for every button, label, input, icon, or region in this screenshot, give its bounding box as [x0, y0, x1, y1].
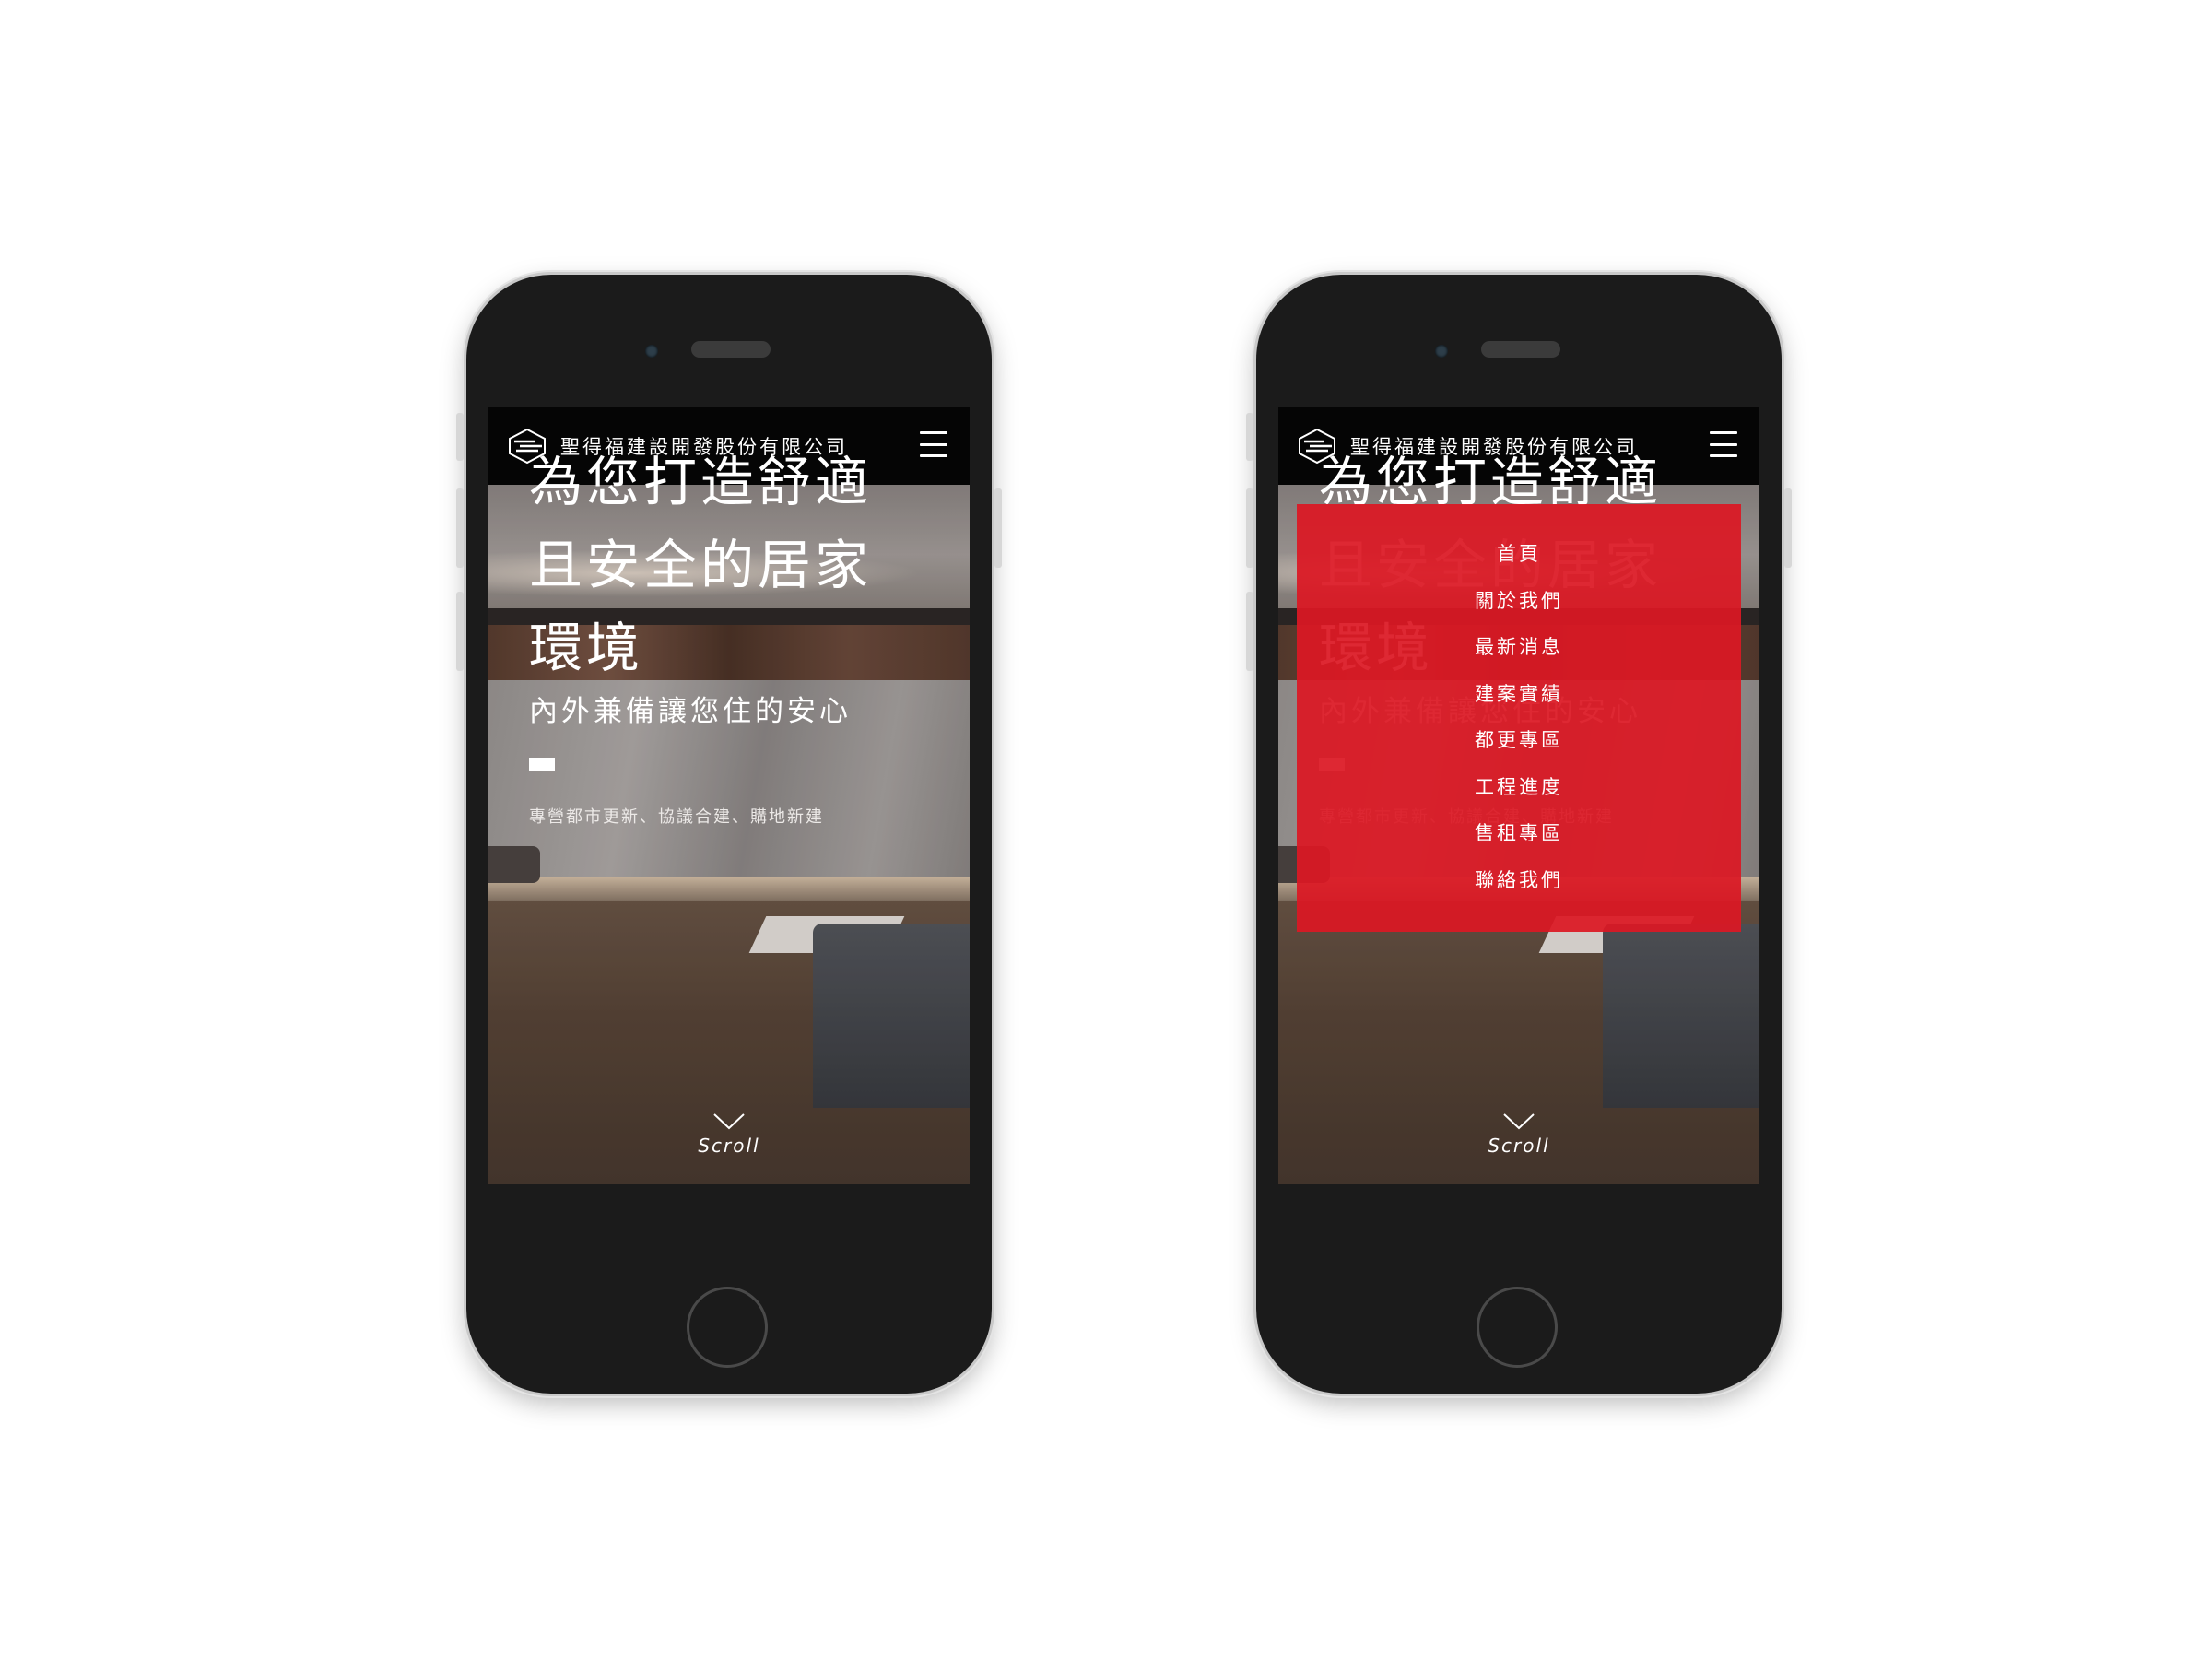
nav-menu-overlay: 首頁 關於我們 最新消息 建案實績 都更專區 工程進度 售租專區 聯絡我們 — [1297, 504, 1741, 932]
scroll-label: Scroll — [1488, 1135, 1550, 1157]
nav-item-about[interactable]: 關於我們 — [1475, 586, 1563, 633]
hero-title-line: 為您打造舒適 — [529, 451, 873, 513]
volume-down-button — [1246, 592, 1253, 671]
hero-title: 為您打造舒適 且安全的居家 環境 — [529, 441, 935, 689]
scroll-hint[interactable]: Scroll — [1278, 1112, 1759, 1157]
nav-item-projects[interactable]: 建案實績 — [1475, 679, 1563, 726]
nav-item-urban-renewal[interactable]: 都更專區 — [1475, 725, 1563, 772]
earpiece-speaker — [691, 341, 771, 358]
mute-switch — [1246, 413, 1253, 461]
phone-screen: 聖得福建設開發股份有限公司 為您打造舒適 且安全的居家 環境 內外兼備讓您住的安… — [488, 407, 970, 1184]
chevron-down-icon — [713, 1113, 745, 1130]
power-button — [994, 488, 1002, 568]
phone-mockup-right: 聖得福建設開發股份有限公司 為您打造舒適 且安全的居家 環境 內外兼備讓您住的安… — [1246, 275, 1792, 1394]
nav-item-contact[interactable]: 聯絡我們 — [1475, 865, 1563, 912]
hero-title-line: 且安全的居家 — [529, 534, 873, 596]
phone-screen: 聖得福建設開發股份有限公司 為您打造舒適 且安全的居家 環境 內外兼備讓您住的安… — [1278, 407, 1759, 1184]
volume-up-button — [1246, 488, 1253, 568]
front-camera — [1435, 345, 1448, 358]
nav-item-progress[interactable]: 工程進度 — [1475, 772, 1563, 819]
mute-switch — [456, 413, 464, 461]
earpiece-speaker — [1481, 341, 1560, 358]
chevron-down-icon — [1503, 1113, 1535, 1130]
scroll-hint[interactable]: Scroll — [488, 1112, 970, 1157]
nav-item-sales-rental[interactable]: 售租專區 — [1475, 818, 1563, 865]
nav-item-home[interactable]: 首頁 — [1497, 539, 1541, 586]
home-button — [687, 1287, 768, 1368]
power-button — [1784, 488, 1792, 568]
home-button — [1477, 1287, 1558, 1368]
scroll-label: Scroll — [698, 1135, 760, 1157]
phone-mockup-left: 聖得福建設開發股份有限公司 為您打造舒適 且安全的居家 環境 內外兼備讓您住的安… — [456, 275, 1002, 1394]
hero-divider — [529, 758, 555, 771]
nav-item-news[interactable]: 最新消息 — [1475, 632, 1563, 679]
hero-title-line: 環境 — [529, 617, 644, 679]
hero-tagline: 專營都市更新、協議合建、購地新建 — [529, 807, 824, 827]
volume-up-button — [456, 488, 464, 568]
hero-subtitle: 內外兼備讓您住的安心 — [529, 695, 852, 728]
volume-down-button — [456, 592, 464, 671]
front-camera — [645, 345, 658, 358]
